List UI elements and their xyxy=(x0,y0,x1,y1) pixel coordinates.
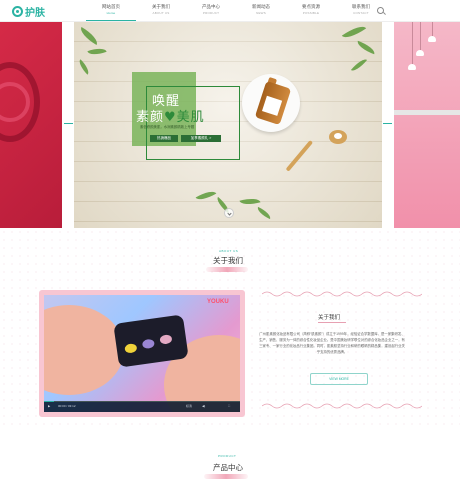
current-slide[interactable]: 唤醒 素颜♥美肌 素色修颜美肌，水润素颜精致上专题 热销爆品 加享素颜礼 > xyxy=(74,22,382,228)
quality-selector[interactable]: 标清 xyxy=(186,404,192,408)
view-more-button[interactable]: VIEW MORE xyxy=(310,373,368,385)
nav-label: 要点资源 xyxy=(302,4,320,9)
header: 护肤 网站首页 Home 关于我们 ABOUT US 产品中心 PRODUCT … xyxy=(0,0,460,22)
lamp-cord xyxy=(412,22,413,64)
video-controls: ▶ 00:00 / 03:12 标清 ◀) ⛶ xyxy=(44,401,240,412)
fullscreen-icon[interactable]: ⛶ xyxy=(228,404,230,408)
about-section-title: 关于我们 xyxy=(213,256,243,265)
prev-arrow-line[interactable] xyxy=(64,123,73,124)
nav-item-possible[interactable]: 要点资源 POSSIBLE xyxy=(286,0,336,21)
swatch xyxy=(159,334,173,345)
nav-item-home[interactable]: 网站首页 Home xyxy=(86,0,136,21)
logo-text: 护肤 xyxy=(25,8,45,19)
hot-products-button[interactable]: 热销爆品 xyxy=(150,135,178,142)
play-icon[interactable]: ▶ xyxy=(48,404,50,408)
join-gift-button[interactable]: 加享素颜礼 > xyxy=(181,135,221,142)
banner-carousel: 唤醒 素颜♥美肌 素色修颜美肌，水润素颜精致上专题 热销爆品 加享素颜礼 > xyxy=(0,22,460,228)
shelf-image xyxy=(394,110,460,115)
lamp-icon xyxy=(416,50,424,56)
headline-left: 素颜 xyxy=(136,110,165,125)
video-progress-fill xyxy=(44,401,54,402)
nav-sublabel: PRODUCT xyxy=(202,11,220,15)
about-title: 关于我们 xyxy=(318,315,341,321)
nav-label: 关于我们 xyxy=(152,4,170,9)
about-title-underline xyxy=(318,322,346,323)
nav-label: 新闻动态 xyxy=(252,4,270,9)
scroll-down-button[interactable] xyxy=(224,208,234,218)
nav-item-about[interactable]: 关于我们 ABOUT US xyxy=(136,0,186,21)
video-progress[interactable] xyxy=(44,401,240,402)
nav-sublabel: NEWS xyxy=(256,11,266,15)
main-nav: 网站首页 Home 关于我们 ABOUT US 产品中心 PRODUCT 新闻动… xyxy=(86,0,386,21)
heart-icon: ♥ xyxy=(164,110,177,125)
nav-sublabel: POSSIBLE xyxy=(302,11,320,15)
swatch xyxy=(141,338,155,350)
nav-label: 产品中心 xyxy=(202,4,220,9)
banner-subline: 素色修颜美肌，水润素颜精致上专题 xyxy=(140,125,195,129)
bottle-label xyxy=(261,95,283,116)
brush-underline xyxy=(204,474,248,479)
finger-image xyxy=(44,305,124,395)
nav-sublabel: Home xyxy=(106,11,116,15)
lamp-cord xyxy=(420,22,421,50)
product-section-title: 产品中心 xyxy=(213,463,243,472)
nav-item-news[interactable]: 新闻动态 NEWS xyxy=(236,0,286,21)
wavy-divider-top xyxy=(262,291,422,297)
video-player[interactable]: YOUKU ▶ 00:00 / 03:12 标清 ◀) ⛶ xyxy=(44,295,240,412)
next-slide-preview[interactable] xyxy=(394,22,460,228)
brush-underline xyxy=(206,267,248,272)
product-section-en: PRODUCT xyxy=(218,454,237,458)
lamp-icon xyxy=(408,64,416,70)
next-arrow-line[interactable] xyxy=(383,123,392,124)
video-brand-logo: YOUKU xyxy=(207,299,229,305)
wavy-divider-bottom xyxy=(262,403,422,409)
nav-sublabel: ABOUT US xyxy=(152,11,170,15)
lamp-icon xyxy=(428,36,436,42)
video-time: 00:00 / 03:12 xyxy=(58,404,76,408)
logo[interactable]: 护肤 xyxy=(12,4,45,19)
prev-slide-preview[interactable] xyxy=(0,22,62,228)
cream-dot-image xyxy=(334,133,342,139)
nav-label: 网站首页 xyxy=(102,4,120,9)
headline-right: 美肌 xyxy=(176,110,205,125)
about-body: 广州肌素颜化妆品有限公司（简称“肌素颜”）成立于1999年，经验证合学数据库，是… xyxy=(259,332,405,354)
about-section-en: ABOUT US xyxy=(219,249,239,253)
logo-icon xyxy=(12,6,23,17)
lamp-cord xyxy=(432,22,433,36)
search-icon[interactable] xyxy=(377,7,384,14)
banner-headline-2: 素颜♥美肌 xyxy=(136,106,205,125)
swatch xyxy=(124,343,138,354)
nav-item-product[interactable]: 产品中心 PRODUCT xyxy=(186,0,236,21)
volume-icon[interactable]: ◀) xyxy=(202,404,205,408)
